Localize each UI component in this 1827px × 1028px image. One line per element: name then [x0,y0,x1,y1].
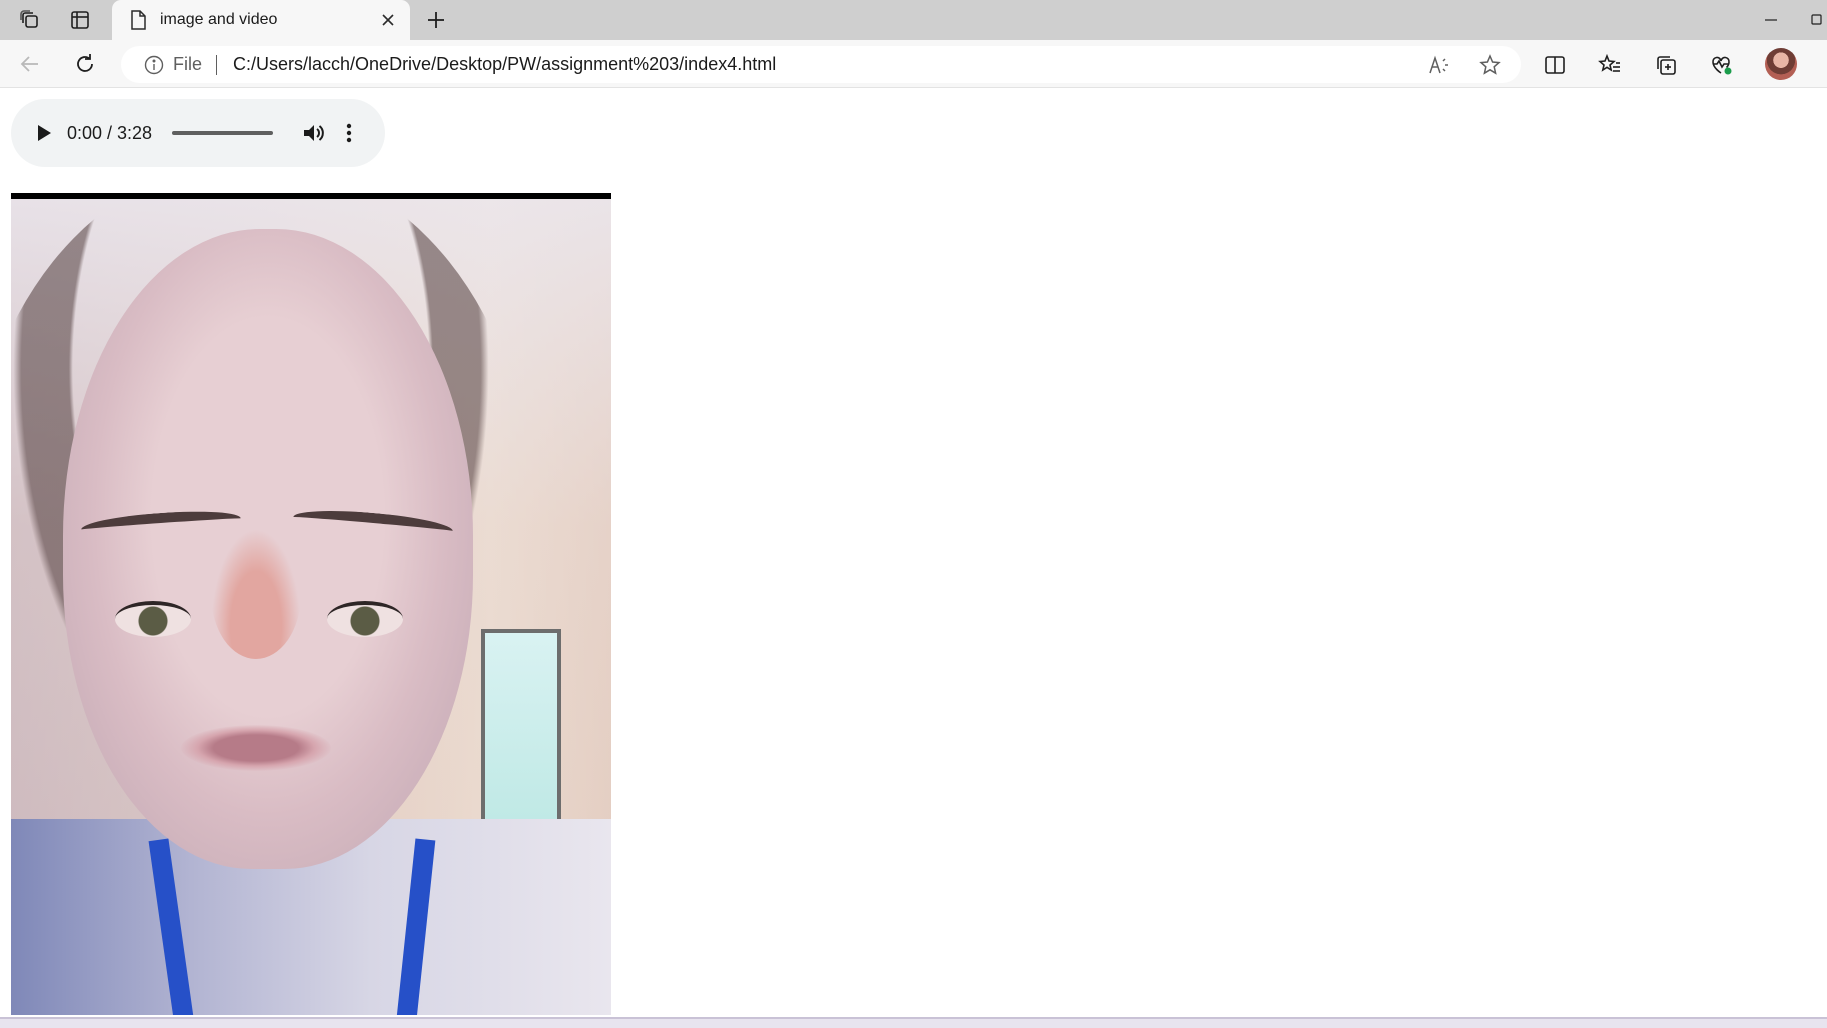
back-icon[interactable] [12,46,48,82]
info-icon[interactable] [143,54,165,76]
favorites-icon[interactable] [1593,48,1627,82]
volume-icon[interactable] [301,120,327,146]
browser-titlebar: image and video [0,0,1827,40]
mouth-shape [181,725,331,771]
window-bottom-edge [0,1017,1827,1028]
video-player[interactable] [11,193,611,1015]
profile-avatar[interactable] [1765,48,1797,80]
refresh-icon[interactable] [67,46,103,82]
left-eye [115,601,191,637]
play-icon[interactable] [31,120,57,146]
new-tab-icon[interactable] [418,4,454,36]
audio-progress-slider[interactable] [172,131,274,135]
favorite-star-icon[interactable] [1477,52,1503,78]
video-frame [11,199,611,1015]
address-separator [216,54,218,75]
browser-toolbar: File C:/Users/lacch/OneDrive/Desktop/PW/… [0,40,1827,88]
url-text[interactable]: C:/Users/lacch/OneDrive/Desktop/PW/assig… [233,54,776,75]
collections-icon[interactable] [1649,48,1683,82]
split-screen-icon[interactable] [1538,48,1572,82]
audio-player[interactable]: 0:00 / 3:28 [11,99,385,167]
right-eye [327,601,403,637]
minimize-icon[interactable] [1748,0,1794,40]
scheme-label: File [173,54,203,74]
page-content: 0:00 / 3:28 [0,89,1827,1017]
more-options-icon[interactable] [339,120,359,146]
close-tab-icon[interactable] [374,6,402,34]
maximize-icon[interactable] [1802,0,1827,40]
browser-essentials-icon[interactable] [1704,48,1738,82]
page-icon [128,9,148,31]
tab-title: image and video [160,11,278,28]
active-tab[interactable]: image and video [112,0,410,40]
workspaces-icon[interactable] [8,4,52,36]
read-aloud-icon[interactable] [1427,52,1453,78]
vertical-tabs-icon[interactable] [58,4,102,36]
nose-shape [211,529,301,659]
address-bar[interactable]: File C:/Users/lacch/OneDrive/Desktop/PW/… [121,46,1521,83]
audio-time: 0:00 / 3:28 [67,122,153,143]
